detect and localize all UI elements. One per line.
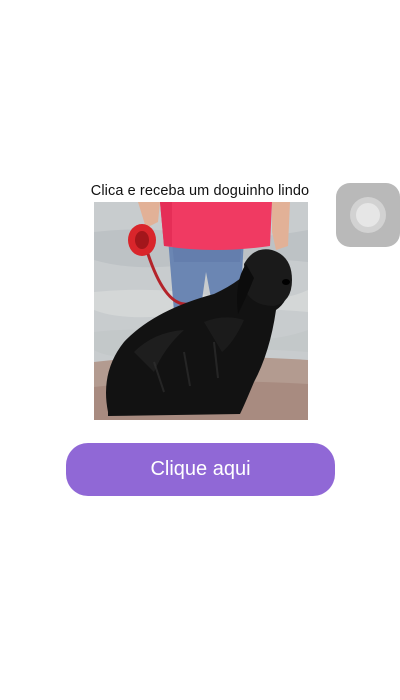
clique-aqui-button[interactable]: Clique aqui (66, 443, 335, 496)
assistive-touch-core (356, 203, 380, 227)
assistive-touch-icon[interactable] (336, 183, 400, 247)
dog-photo (94, 202, 308, 420)
caption: Clica e receba um doguinho lindo (90, 183, 310, 199)
